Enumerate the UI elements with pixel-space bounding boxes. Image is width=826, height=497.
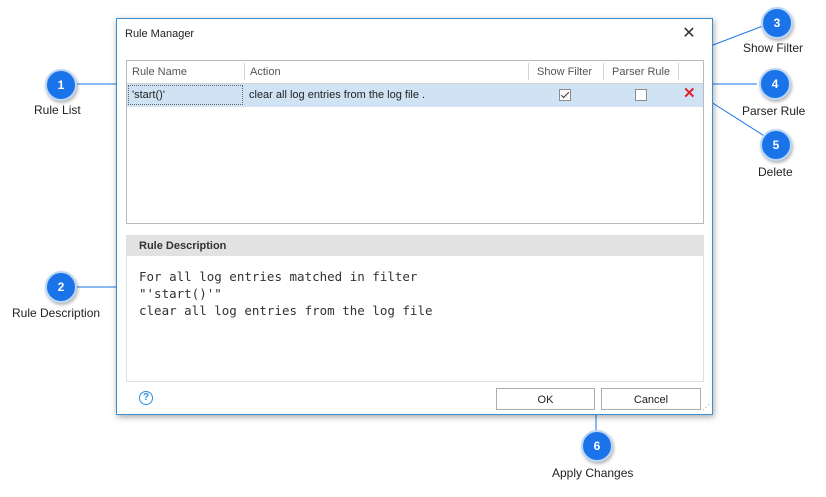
- callout-label: Delete: [758, 165, 793, 179]
- callout-label: Rule Description: [12, 306, 101, 320]
- ok-button[interactable]: OK: [496, 388, 595, 410]
- help-icon[interactable]: ?: [139, 391, 153, 405]
- callout-badge: 1: [45, 69, 77, 101]
- callout-badge: 4: [759, 68, 791, 100]
- column-separator: [244, 63, 245, 80]
- column-action[interactable]: Action: [250, 66, 281, 78]
- callout-label: Apply Changes: [552, 466, 634, 480]
- column-parser-rule[interactable]: Parser Rule: [612, 66, 670, 78]
- resize-grip-icon[interactable]: ⋰: [702, 403, 710, 412]
- rule-list-header: Rule Name Action Show Filter Parser Rule: [127, 61, 703, 84]
- rule-description-header: Rule Description: [127, 236, 703, 256]
- show-filter-checkbox[interactable]: [559, 89, 571, 101]
- dialog-title: Rule Manager: [125, 28, 195, 40]
- description-line: For all log entries matched in filter: [139, 269, 418, 284]
- close-icon[interactable]: ✕: [678, 23, 700, 45]
- rule-name-cell[interactable]: 'start()': [128, 85, 243, 105]
- callout-label: Show Filter: [743, 41, 804, 55]
- rule-description-panel: Rule Description For all log entries mat…: [126, 235, 704, 382]
- callout-label: Rule List: [34, 103, 81, 117]
- description-line: clear all log entries from the log file: [139, 303, 433, 318]
- callout-badge: 5: [760, 129, 792, 161]
- table-row[interactable]: 'start()' clear all log entries from the…: [127, 84, 703, 107]
- parser-rule-checkbox[interactable]: [635, 89, 647, 101]
- column-separator: [528, 63, 529, 80]
- rule-description-text: For all log entries matched in filter "'…: [127, 256, 703, 319]
- column-separator: [678, 63, 679, 80]
- callout-badge: 3: [761, 7, 793, 39]
- callout-badge: 2: [45, 271, 77, 303]
- column-show-filter[interactable]: Show Filter: [537, 66, 592, 78]
- callout-label: Parser Rule: [742, 104, 806, 118]
- description-line: "'start()'": [139, 286, 222, 301]
- action-cell[interactable]: clear all log entries from the log file …: [249, 89, 425, 101]
- delete-icon[interactable]: ✕: [683, 84, 696, 102]
- cancel-button[interactable]: Cancel: [601, 388, 701, 410]
- column-rule-name[interactable]: Rule Name: [132, 66, 187, 78]
- rule-list: Rule Name Action Show Filter Parser Rule…: [126, 60, 704, 224]
- column-separator: [603, 63, 604, 80]
- callout-badge: 6: [581, 430, 613, 462]
- rule-manager-dialog: Rule Manager ✕ Rule Name Action Show Fil…: [116, 18, 713, 415]
